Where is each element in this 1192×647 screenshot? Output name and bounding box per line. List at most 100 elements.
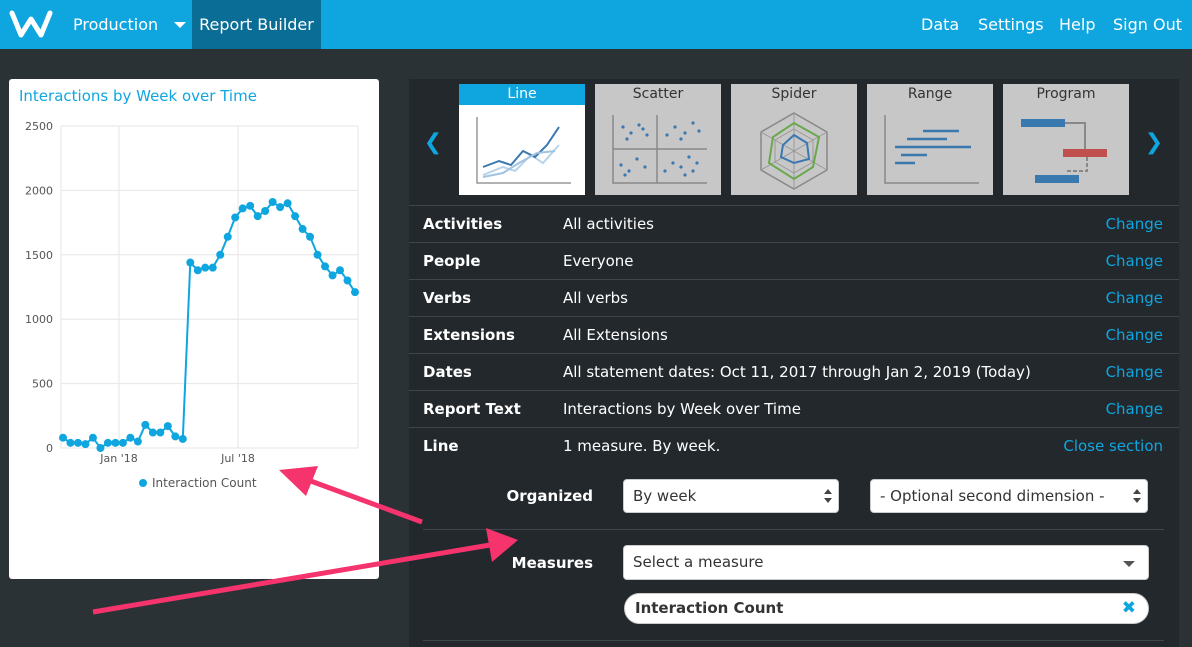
data-point [141,420,150,429]
data-point [231,213,240,222]
row-label: Line [423,437,459,455]
change-extensions-link[interactable]: Change [1106,317,1163,353]
row-value: Everyone [563,252,634,270]
measures-label: Measures [511,554,593,572]
nav-settings[interactable]: Settings [978,0,1044,49]
selected-measure-label: Interaction Count [635,599,784,617]
selected-measure-tag: Interaction Count ✖ [624,593,1149,624]
row-label: Extensions [423,326,515,344]
top-navbar: Production Report Builder Data Settings … [0,0,1192,49]
chart-type-scatter[interactable]: Scatter [595,84,721,195]
change-verbs-link[interactable]: Change [1106,280,1163,316]
remove-measure-icon[interactable]: ✖ [1122,594,1136,623]
chart-type-label: Spider [771,86,817,102]
line-chart-icon [476,117,571,184]
legend-label: Interaction Count [152,476,257,490]
data-point [163,422,172,431]
carousel-prev-icon[interactable]: ❮ [423,129,443,157]
data-point [59,433,67,442]
data-point [283,199,292,208]
data-point [298,225,307,234]
organized-select[interactable]: By week [623,479,839,513]
nav-help[interactable]: Help [1059,0,1095,49]
data-point [223,232,232,241]
data-point [306,232,315,241]
spider-chart-icon [760,112,828,190]
measure-placeholder: Select a measure [633,553,764,571]
line-chart: 0 500 1000 1500 2000 2500 Jan '18 Jul '18 Intera… [25,120,359,490]
data-point [238,204,247,213]
chart-type-range[interactable]: Range [867,84,993,195]
data-point [313,250,322,259]
chart-type-label: Range [907,86,953,102]
chart-type-line[interactable]: Line [459,84,585,195]
data-point [276,203,285,212]
row-value: 1 measure. By week. [563,437,721,455]
chart-type-label: Line [459,84,585,105]
app-logo-icon[interactable] [9,9,53,39]
environment-menu[interactable]: Production [73,0,158,49]
data-point [111,438,120,447]
y-tick-label: 2000 [25,184,53,197]
data-point [328,271,337,280]
data-point [216,250,225,259]
change-report-text-link[interactable]: Change [1106,391,1163,427]
section-divider [423,529,1164,530]
y-tick-label: 1500 [25,249,53,262]
data-point [118,438,127,447]
change-dates-link[interactable]: Change [1106,354,1163,390]
change-activities-link[interactable]: Change [1106,206,1163,242]
second-dimension-select[interactable]: - Optional second dimension - [870,479,1148,513]
row-label: People [423,252,481,270]
data-point [253,212,262,221]
data-point [171,432,180,441]
x-tick-label: Jan '18 [99,452,137,465]
data-point [73,438,82,447]
data-point [208,263,217,272]
filter-row-people: People Everyone Change [409,242,1179,279]
data-point [201,263,210,272]
carousel-next-icon[interactable]: ❯ [1144,129,1164,157]
data-point [343,276,352,285]
chart-type-spider[interactable]: Spider [731,84,857,195]
data-point [351,288,359,297]
data-point [148,428,157,437]
data-point [96,444,105,452]
select-arrows-icon [1133,487,1141,505]
data-point [178,434,187,443]
chart-type-program[interactable]: Program [1003,84,1129,195]
data-point [261,207,270,216]
report-settings-panel: ❮ ❯ Line Scatter Spider Range Program Ac… [409,79,1179,647]
filter-row-report-text: Report Text Interactions by Week over Ti… [409,390,1179,427]
data-point [321,262,330,271]
scatter-chart-icon [612,115,707,184]
chart-preview-card: 0 500 1000 1500 2000 2500 Jan '18 Jul '18 Intera… [9,79,379,579]
filter-row-dates: Dates All statement dates: Oct 11, 2017 … [409,353,1179,390]
program-chart-icon [1021,119,1107,183]
change-people-link[interactable]: Change [1106,243,1163,279]
measure-dropdown[interactable]: Select a measure [623,545,1149,580]
nav-data[interactable]: Data [921,0,959,49]
data-point [268,197,277,206]
data-point [186,258,195,267]
x-tick-label: Jul '18 [220,452,255,465]
data-point [88,433,97,442]
chart-title: Interactions by Week over Time [19,87,257,105]
data-point [133,437,142,446]
row-value: All activities [563,215,654,233]
second-dimension-value: - Optional second dimension - [880,487,1105,505]
data-point [103,438,112,447]
y-tick-label: 1000 [25,313,53,326]
y-tick-label: 2500 [25,120,53,133]
organized-label: Organized [506,487,593,505]
filter-row-verbs: Verbs All verbs Change [409,279,1179,316]
row-value: All statement dates: Oct 11, 2017 throug… [563,363,1031,381]
chart-type-label: Program [1036,86,1096,102]
close-section-link[interactable]: Close section [1063,428,1163,464]
nav-sign-out[interactable]: Sign Out [1113,0,1182,49]
row-label: Dates [423,363,472,381]
data-point [126,433,135,442]
select-arrows-icon [824,487,832,505]
nav-report-builder[interactable]: Report Builder [192,0,321,49]
environment-dropdown-icon[interactable] [166,0,192,49]
